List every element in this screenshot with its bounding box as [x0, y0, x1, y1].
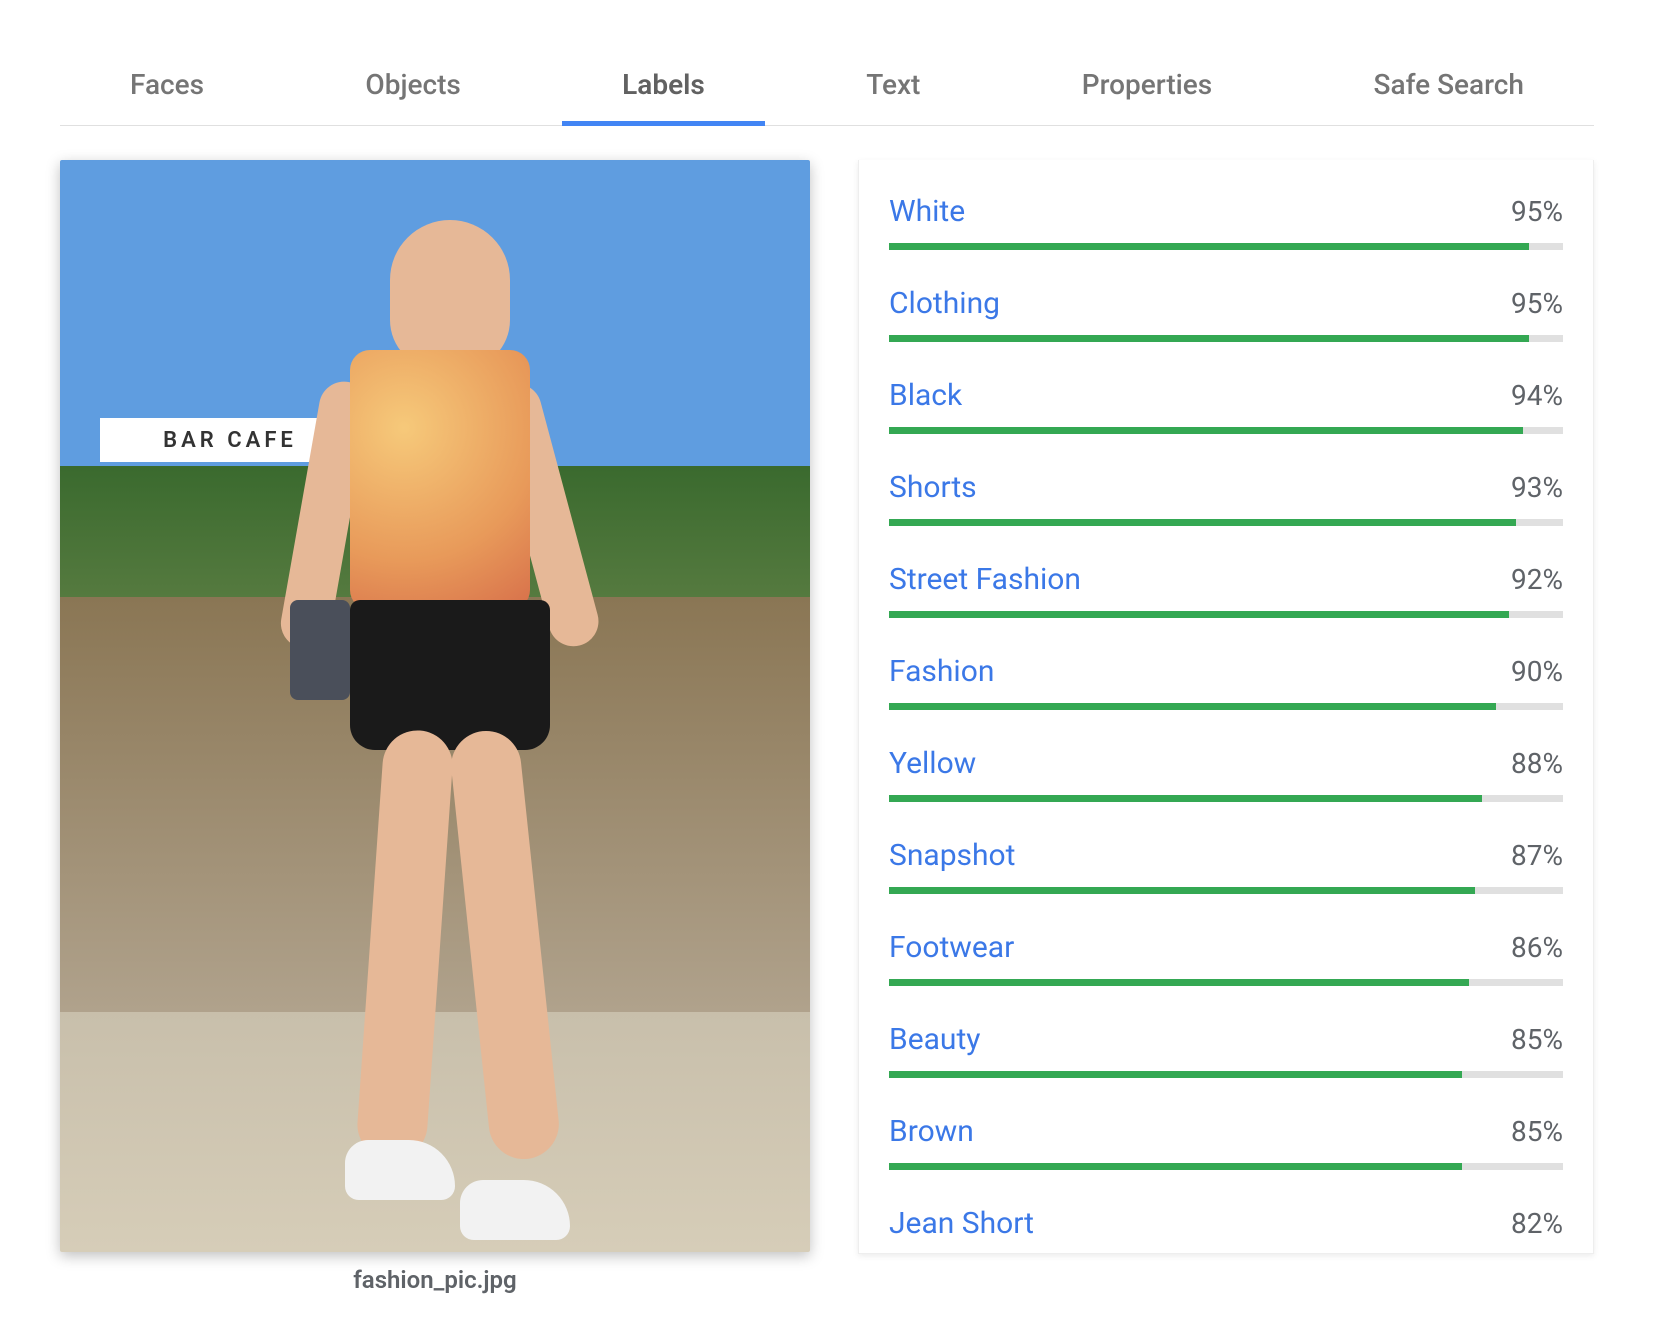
label-name-link[interactable]: Street Fashion	[889, 562, 1081, 597]
label-row: Jean Short 82%	[889, 1206, 1563, 1254]
confidence-bar-track	[889, 979, 1563, 986]
label-percentage: 86%	[1511, 931, 1563, 964]
label-percentage: 82%	[1511, 1207, 1563, 1240]
label-row: Footwear 86%	[889, 930, 1563, 986]
label-percentage: 95%	[1511, 195, 1563, 228]
tab-text[interactable]: Text	[856, 50, 930, 125]
label-name-link[interactable]: Clothing	[889, 286, 1000, 321]
label-name-link[interactable]: Snapshot	[889, 838, 1015, 873]
label-name-link[interactable]: Black	[889, 378, 962, 413]
label-percentage: 85%	[1511, 1023, 1563, 1056]
label-row: Fashion 90%	[889, 654, 1563, 710]
label-name-link[interactable]: Beauty	[889, 1022, 980, 1057]
label-row: Brown 85%	[889, 1114, 1563, 1170]
confidence-bar-track	[889, 427, 1563, 434]
tab-labels[interactable]: Labels	[612, 50, 715, 125]
confidence-bar-fill	[889, 519, 1516, 526]
confidence-bar-fill	[889, 703, 1496, 710]
label-name-link[interactable]: Shorts	[889, 470, 977, 505]
label-percentage: 94%	[1511, 379, 1563, 412]
label-percentage: 85%	[1511, 1115, 1563, 1148]
confidence-bar-track	[889, 795, 1563, 802]
confidence-bar-track	[889, 519, 1563, 526]
confidence-bar-track	[889, 335, 1563, 342]
confidence-bar-fill	[889, 887, 1475, 894]
confidence-bar-track	[889, 703, 1563, 710]
label-name-link[interactable]: Yellow	[889, 746, 976, 781]
image-filename: fashion_pic.jpg	[60, 1266, 810, 1294]
confidence-bar-fill	[889, 1163, 1462, 1170]
labels-panel[interactable]: White 95% Clothing 95% Black 94% Shorts 93% Stre…	[858, 160, 1594, 1254]
label-name-link[interactable]: White	[889, 194, 965, 229]
label-name-link[interactable]: Footwear	[889, 930, 1014, 965]
label-row: Street Fashion 92%	[889, 562, 1563, 618]
label-name-link[interactable]: Jean Short	[889, 1206, 1034, 1241]
label-row: Snapshot 87%	[889, 838, 1563, 894]
label-row: Shorts 93%	[889, 470, 1563, 526]
confidence-bar-fill	[889, 335, 1529, 342]
label-percentage: 88%	[1511, 747, 1563, 780]
confidence-bar-fill	[889, 795, 1482, 802]
tab-safesearch[interactable]: Safe Search	[1364, 50, 1534, 125]
confidence-bar-fill	[889, 427, 1523, 434]
label-percentage: 92%	[1511, 563, 1563, 596]
image-panel: BAR CAFE fashion_pic.jpg	[60, 160, 810, 1294]
confidence-bar-track	[889, 1071, 1563, 1078]
confidence-bar-fill	[889, 979, 1469, 986]
label-percentage: 90%	[1511, 655, 1563, 688]
confidence-bar-track	[889, 887, 1563, 894]
analyzed-image: BAR CAFE	[60, 160, 810, 1252]
tabs-bar: Faces Objects Labels Text Properties Safe Sea…	[60, 50, 1594, 126]
confidence-bar-fill	[889, 1071, 1462, 1078]
label-row: Yellow 88%	[889, 746, 1563, 802]
label-percentage: 93%	[1511, 471, 1563, 504]
label-row: Clothing 95%	[889, 286, 1563, 342]
label-percentage: 95%	[1511, 287, 1563, 320]
label-name-link[interactable]: Fashion	[889, 654, 994, 689]
tab-objects[interactable]: Objects	[355, 50, 470, 125]
confidence-bar-fill	[889, 243, 1529, 250]
confidence-bar-fill	[889, 611, 1509, 618]
label-row: White 95%	[889, 194, 1563, 250]
confidence-bar-track	[889, 1163, 1563, 1170]
label-percentage: 87%	[1511, 839, 1563, 872]
label-row: Black 94%	[889, 378, 1563, 434]
tab-properties[interactable]: Properties	[1072, 50, 1223, 125]
tab-faces[interactable]: Faces	[120, 50, 214, 125]
label-row: Beauty 85%	[889, 1022, 1563, 1078]
content-area: BAR CAFE fashion_pic.jpg White95%Clo	[60, 160, 1594, 1294]
label-name-link[interactable]: Brown	[889, 1114, 974, 1149]
confidence-bar-track	[889, 243, 1563, 250]
confidence-bar-track	[889, 611, 1563, 618]
